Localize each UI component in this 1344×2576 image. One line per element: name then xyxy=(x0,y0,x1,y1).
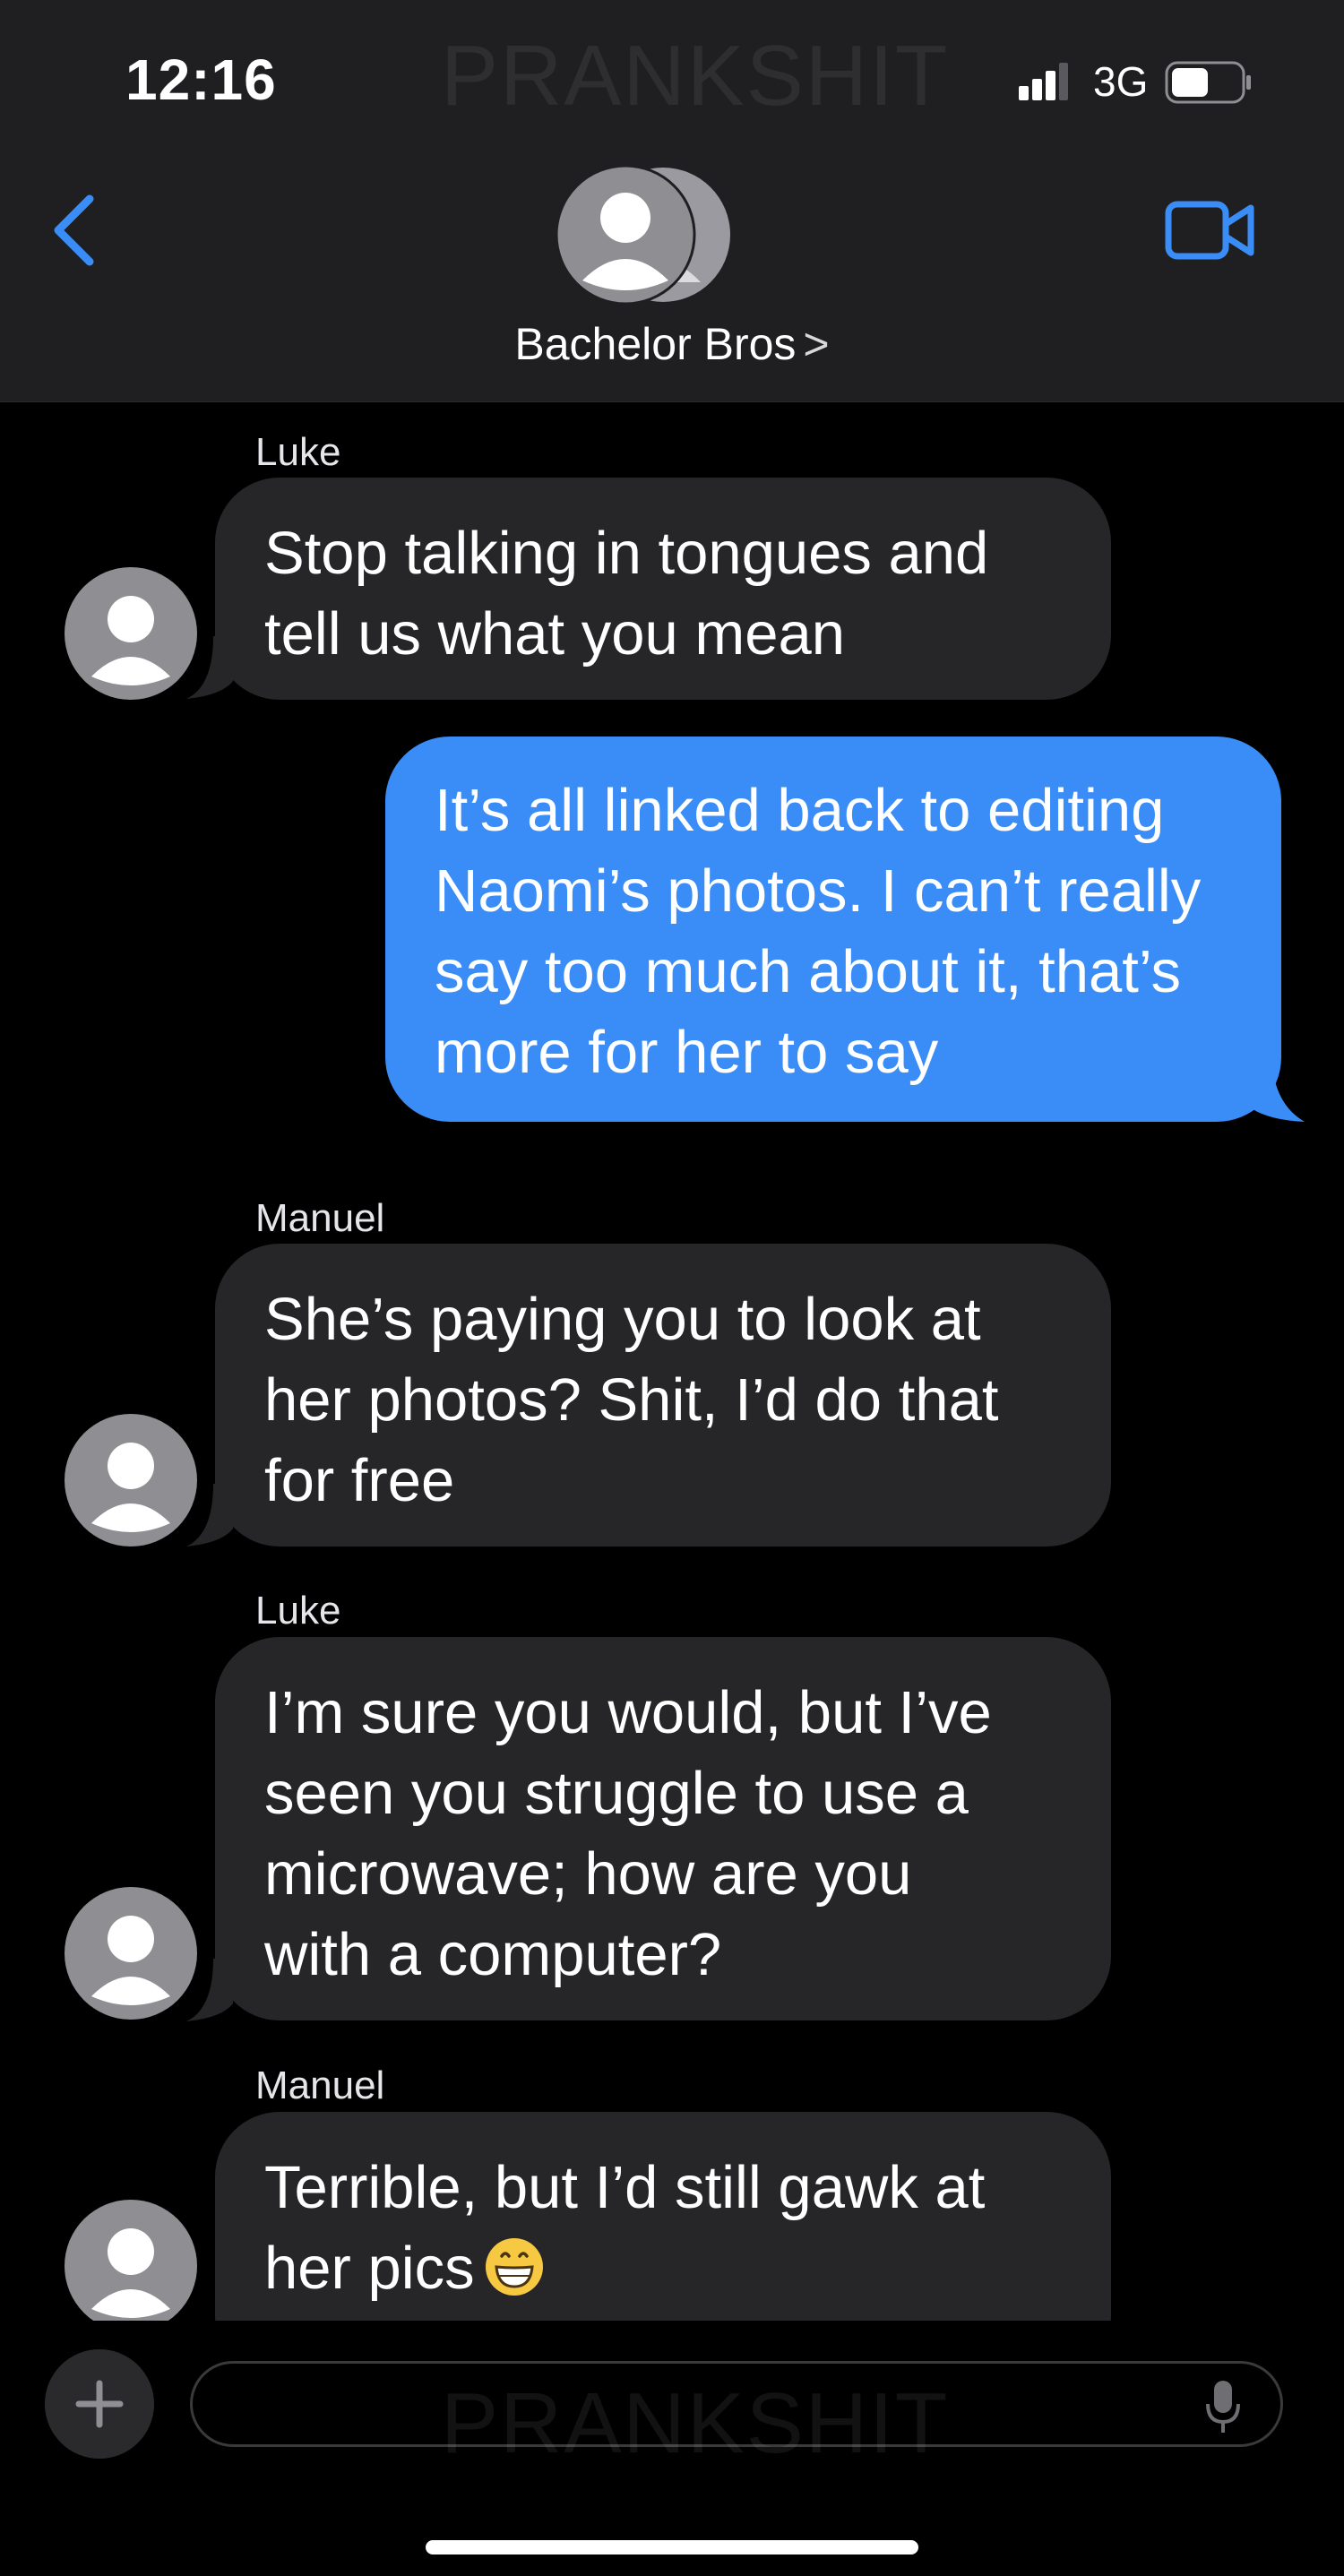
message-line: tell us what you mean xyxy=(264,600,846,668)
message-line: her pics xyxy=(264,2228,1066,2309)
avatar-person-icon xyxy=(65,1414,197,1546)
video-camera-icon[interactable] xyxy=(1165,199,1256,262)
sender-name: Manuel xyxy=(255,2063,385,2107)
message-line: with a computer? xyxy=(264,1921,722,1988)
avatar-person-icon xyxy=(65,1887,197,2020)
message-input[interactable] xyxy=(190,2361,1283,2447)
grinning-face-emoji xyxy=(485,2238,543,2296)
message-line: say too much about it, that’s xyxy=(435,938,1182,1005)
message-line: Stop talking in tongues and xyxy=(264,520,989,587)
avatar-person-icon xyxy=(65,567,197,700)
message-bubble-incoming[interactable]: Stop talking in tongues and tell us what… xyxy=(215,478,1111,700)
message-bubble-incoming[interactable]: I’m sure you would, but I’ve seen you st… xyxy=(215,1637,1111,2020)
sender-name: Luke xyxy=(255,1589,341,1633)
conversation-header: 12:16 3G Bachelor Bros > xyxy=(0,0,1344,402)
message-line-text: her pics xyxy=(264,2235,475,2302)
group-avatar-icon[interactable] xyxy=(556,166,744,305)
message-line: microwave; how are you xyxy=(264,1840,912,1908)
message-line: Terrible, but I’d still gawk at xyxy=(264,2154,986,2221)
message-bubble-outgoing[interactable]: It’s all linked back to editing Naomi’s … xyxy=(385,737,1281,1122)
signal-strength-icon xyxy=(1019,63,1068,100)
message-line: seen you struggle to use a xyxy=(264,1760,969,1827)
sender-name: Luke xyxy=(255,430,341,474)
conversation-title[interactable]: Bachelor Bros > xyxy=(502,318,842,370)
message-line: She’s paying you to look at xyxy=(264,1286,981,1353)
message-line: It’s all linked back to editing xyxy=(435,777,1165,844)
back-chevron-icon[interactable] xyxy=(45,190,108,271)
battery-icon xyxy=(1165,61,1251,104)
microphone-icon[interactable] xyxy=(1205,2379,1241,2434)
chevron-right-icon: > xyxy=(803,319,830,369)
message-line: I’m sure you would, but I’ve xyxy=(264,1679,992,1746)
message-line: her photos? Shit, I’d do that xyxy=(264,1366,999,1434)
network-type: 3G xyxy=(1093,58,1149,105)
message-line: Naomi’s photos. I can’t really xyxy=(435,857,1202,925)
message-line: for free xyxy=(264,1447,455,1514)
conversation-title-label: Bachelor Bros xyxy=(514,319,797,369)
message-bubble-incoming[interactable]: She’s paying you to look at her photos? … xyxy=(215,1244,1111,1546)
sender-name: Manuel xyxy=(255,1196,385,1240)
message-line: more for her to say xyxy=(435,1019,939,1086)
home-indicator[interactable] xyxy=(426,2540,918,2554)
composer-bar xyxy=(0,2321,1344,2576)
plus-icon[interactable] xyxy=(45,2349,154,2459)
status-time: 12:16 xyxy=(125,47,277,112)
avatar-person-icon xyxy=(65,2200,197,2332)
